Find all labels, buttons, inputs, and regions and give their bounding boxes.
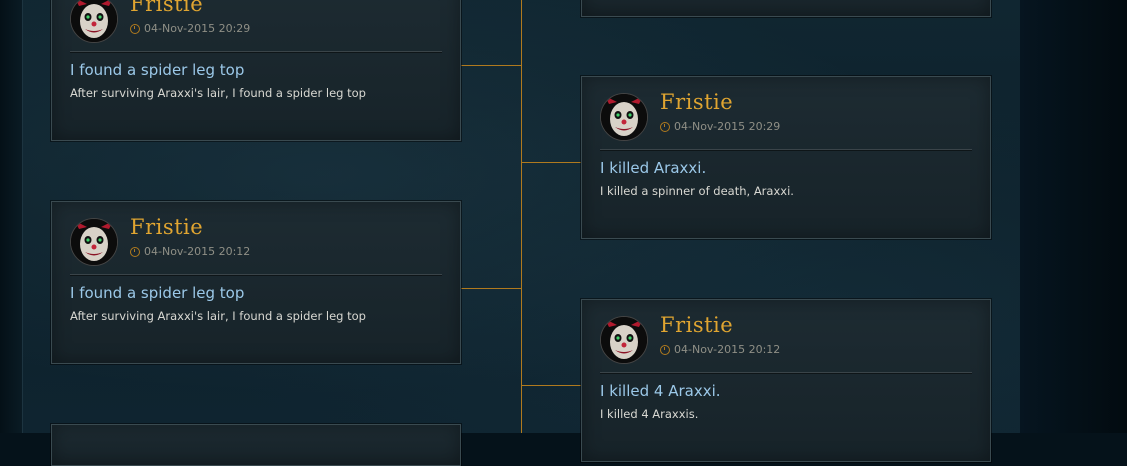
timeline-connector bbox=[461, 288, 521, 289]
timestamp-text: 04-Nov-2015 20:12 bbox=[674, 343, 781, 356]
clown-avatar-icon[interactable] bbox=[70, 218, 118, 266]
timestamp: 04-Nov-2015 20:29 bbox=[130, 22, 250, 35]
timeline-connector bbox=[522, 385, 581, 386]
clown-avatar-icon[interactable] bbox=[70, 0, 118, 43]
activity-title[interactable]: I found a spider leg top bbox=[70, 61, 244, 79]
activity-description: After surviving Araxxi's lair, I found a… bbox=[70, 86, 366, 100]
timestamp-text: 04-Nov-2015 20:29 bbox=[144, 22, 251, 35]
player-name[interactable]: Fristie bbox=[130, 215, 203, 239]
timeline-connector bbox=[461, 65, 521, 66]
activity-card-partial bbox=[581, 0, 991, 17]
activity-card: Fristie 04-Nov-2015 20:29 I killed Araxx… bbox=[581, 76, 991, 239]
activity-description: After surviving Araxxi's lair, I found a… bbox=[70, 309, 366, 323]
player-name[interactable]: Fristie bbox=[130, 0, 203, 16]
timestamp-text: 04-Nov-2015 20:12 bbox=[144, 245, 251, 258]
clock-icon bbox=[660, 344, 670, 355]
activity-card-partial bbox=[51, 424, 461, 466]
activity-title[interactable]: I killed 4 Araxxi. bbox=[600, 382, 721, 400]
timeline-line bbox=[521, 0, 522, 433]
activity-card: Fristie 04-Nov-2015 20:29 I found a spid… bbox=[51, 0, 461, 141]
timestamp: 04-Nov-2015 20:29 bbox=[660, 120, 780, 133]
clock-icon bbox=[660, 121, 670, 132]
clown-avatar-icon[interactable] bbox=[600, 93, 648, 141]
timestamp-text: 04-Nov-2015 20:29 bbox=[674, 120, 781, 133]
clown-avatar-icon[interactable] bbox=[600, 316, 648, 364]
activity-card: Fristie 04-Nov-2015 20:12 I killed 4 Ara… bbox=[581, 299, 991, 462]
divider bbox=[70, 51, 442, 53]
left-margin bbox=[0, 0, 22, 433]
clock-icon bbox=[130, 23, 140, 34]
divider bbox=[70, 274, 442, 276]
activity-description: I killed 4 Araxxis. bbox=[600, 407, 699, 421]
right-margin bbox=[1020, 0, 1127, 433]
activity-card: Fristie 04-Nov-2015 20:12 I found a spid… bbox=[51, 201, 461, 364]
activity-title[interactable]: I found a spider leg top bbox=[70, 284, 244, 302]
clock-icon bbox=[130, 246, 140, 257]
timestamp: 04-Nov-2015 20:12 bbox=[660, 343, 780, 356]
activity-title[interactable]: I killed Araxxi. bbox=[600, 159, 706, 177]
player-name[interactable]: Fristie bbox=[660, 313, 733, 337]
activity-description: I killed a spinner of death, Araxxi. bbox=[600, 184, 794, 198]
timeline-connector bbox=[522, 162, 581, 163]
divider bbox=[600, 372, 972, 374]
timestamp: 04-Nov-2015 20:12 bbox=[130, 245, 250, 258]
player-name[interactable]: Fristie bbox=[660, 90, 733, 114]
divider bbox=[600, 149, 972, 151]
